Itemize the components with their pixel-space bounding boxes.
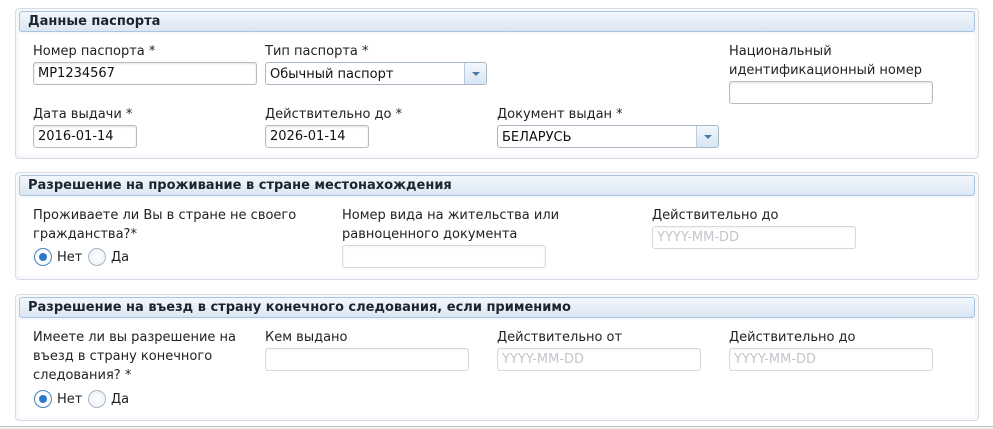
residence-permit-panel: Разрешение на проживание в стране местон… xyxy=(15,172,979,280)
passport-number-input[interactable] xyxy=(33,62,257,85)
residence-no-label[interactable]: Нет xyxy=(57,249,82,267)
issued-by-country-select[interactable]: БЕЛАРУСЬ xyxy=(497,125,719,148)
residence-yes-radio[interactable] xyxy=(88,248,106,266)
residence-no-radio[interactable] xyxy=(34,248,52,266)
entry-valid-until-label: Действительно до xyxy=(729,330,856,345)
national-id-label-line1: Национальный xyxy=(729,44,832,59)
entry-permit-panel-body: Имеете ли вы разрешение на въезд в стран… xyxy=(19,320,975,417)
residence-permit-number-label-line2: равноценного документа xyxy=(342,227,518,242)
residence-yes-label[interactable]: Да xyxy=(111,249,129,267)
entry-question-line2: въезд в страну конечного xyxy=(33,349,213,364)
residence-valid-until-label: Действительно до xyxy=(652,208,779,223)
passport-panel: Данные паспорта Номер паспорта * Тип пас… xyxy=(15,8,979,159)
residence-valid-until-input[interactable] xyxy=(652,226,856,249)
passport-panel-body: Номер паспорта * Тип паспорта * Обычный … xyxy=(19,34,975,155)
valid-until-input[interactable] xyxy=(265,125,369,148)
issued-by-country-value: БЕЛАРУСЬ xyxy=(502,130,572,145)
residence-question-line1: Проживаете ли Вы в стране не своего xyxy=(33,208,297,223)
entry-permit-panel-title: Разрешение на въезд в страну конечного с… xyxy=(19,297,975,318)
issued-by-country-label: Документ выдан * xyxy=(497,107,623,122)
entry-yes-radio[interactable] xyxy=(88,390,106,408)
entry-valid-until-input[interactable] xyxy=(729,348,933,371)
residence-question-line2: гражданства?* xyxy=(33,227,137,242)
issue-date-label: Дата выдачи * xyxy=(33,107,133,122)
residence-permit-number-label-line1: Номер вида на жительства или xyxy=(342,208,560,223)
passport-type-label: Тип паспорта * xyxy=(265,44,369,59)
residence-permit-panel-title: Разрешение на проживание в стране местон… xyxy=(19,175,975,196)
passport-type-select[interactable]: Обычный паспорт xyxy=(265,62,487,85)
issue-date-input[interactable] xyxy=(33,125,137,148)
residence-permit-number-input[interactable] xyxy=(342,245,546,268)
entry-yes-label[interactable]: Да xyxy=(111,391,129,409)
entry-permit-panel: Разрешение на въезд в страну конечного с… xyxy=(15,294,979,421)
passport-number-label: Номер паспорта * xyxy=(33,44,156,59)
entry-no-radio[interactable] xyxy=(34,390,52,408)
chevron-down-icon[interactable] xyxy=(696,126,718,147)
entry-valid-from-input[interactable] xyxy=(497,348,701,371)
chevron-down-icon[interactable] xyxy=(464,63,486,84)
passport-type-value: Обычный паспорт xyxy=(270,67,394,82)
entry-valid-from-label: Действительно от xyxy=(497,330,623,345)
valid-until-label: Действительно до * xyxy=(265,107,403,122)
entry-question-line3: следования? * xyxy=(33,368,132,383)
entry-question-line1: Имеете ли вы разрешение на xyxy=(33,330,236,345)
entry-issued-by-label: Кем выдано xyxy=(265,330,348,345)
residence-permit-panel-body: Проживаете ли Вы в стране не своего граж… xyxy=(19,198,975,276)
entry-no-label[interactable]: Нет xyxy=(57,391,82,409)
national-id-input[interactable] xyxy=(729,81,933,104)
entry-issued-by-input[interactable] xyxy=(265,348,469,371)
passport-panel-title: Данные паспорта xyxy=(19,11,975,32)
national-id-label-line2: идентификационный номер xyxy=(729,63,922,78)
